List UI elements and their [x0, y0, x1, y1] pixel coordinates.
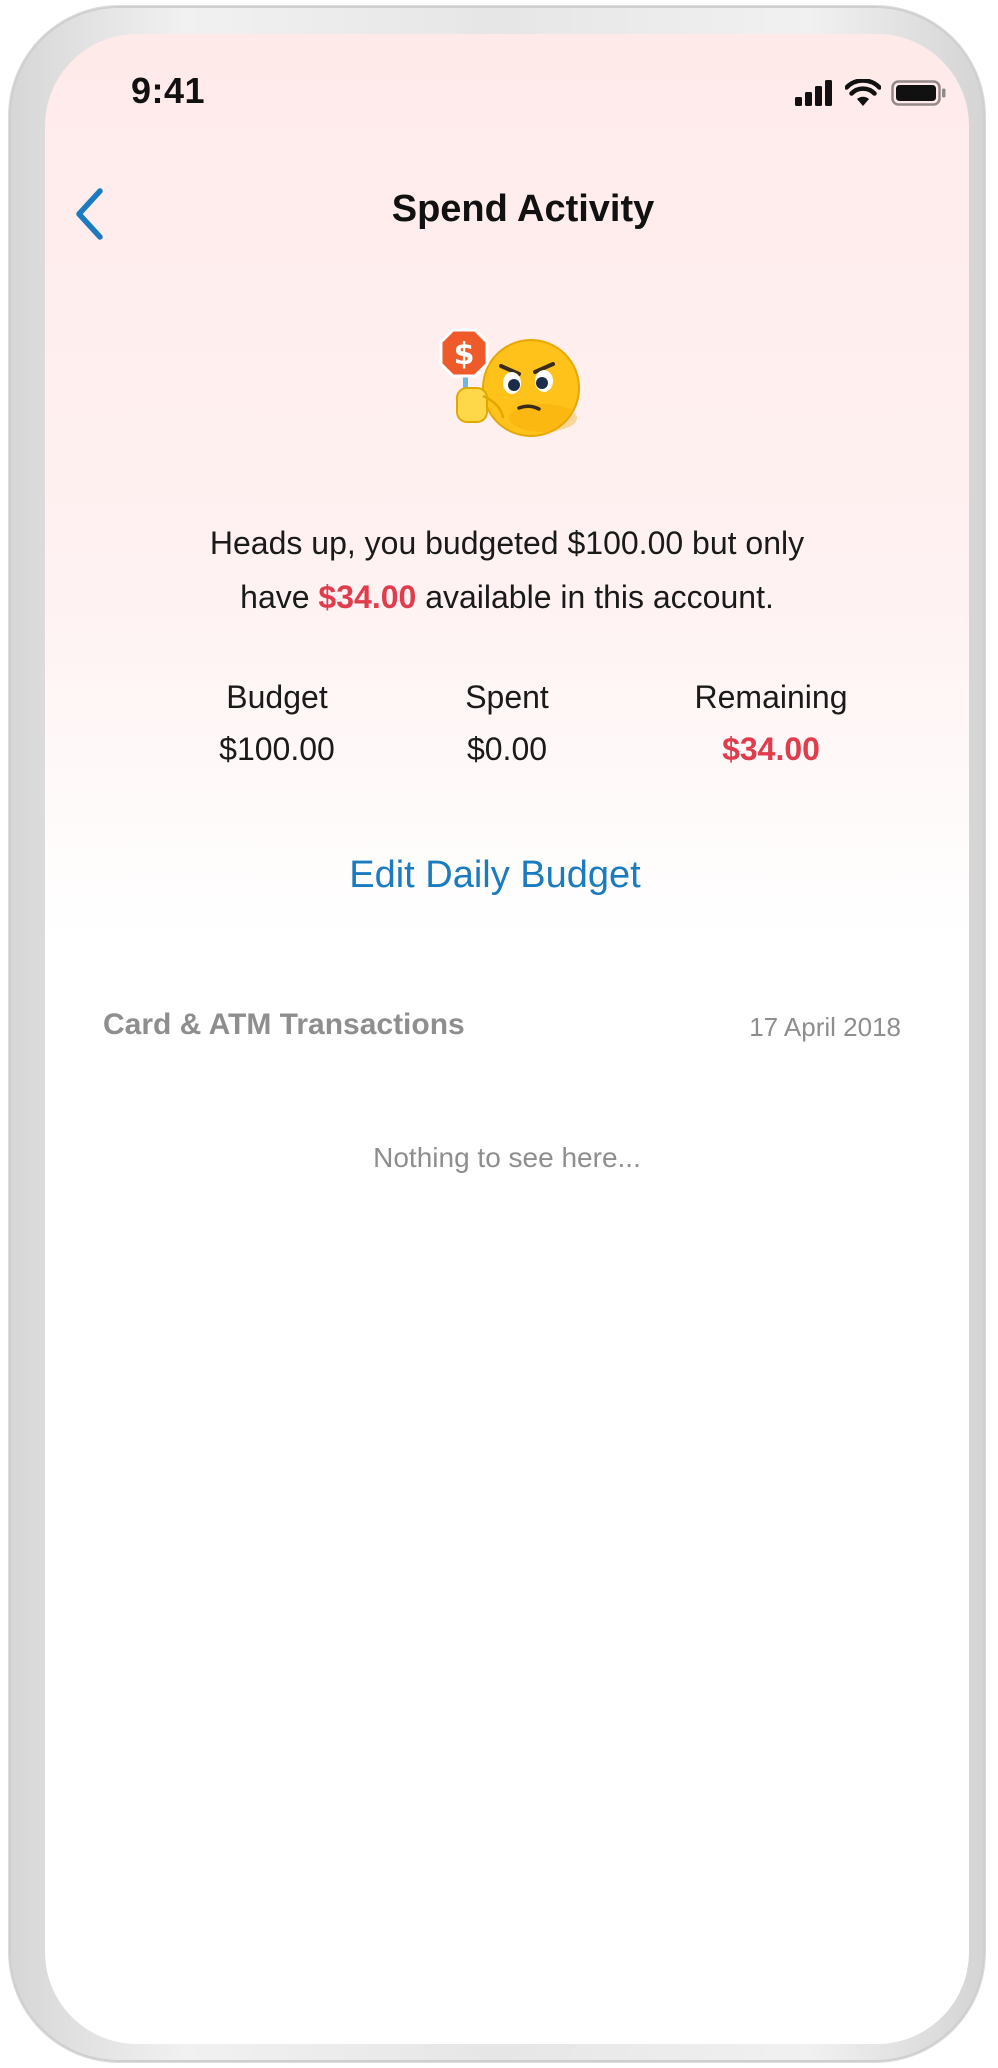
remaining-value: $34.00	[722, 731, 820, 767]
budget-label: Budget	[226, 679, 328, 715]
app-screen: 9:41 Spend Activity $ Heads up, you budg…	[45, 34, 969, 2044]
wifi-icon	[845, 79, 881, 106]
transactions-date: 17 April 2018	[749, 1012, 901, 1042]
spent-stat: Spent $0.00	[377, 672, 637, 776]
phone-frame: 9:41 Spend Activity $ Heads up, you budg…	[9, 6, 985, 2062]
page-title: Spend Activity	[391, 188, 655, 230]
status-time: 9:41	[131, 70, 206, 111]
budget-summary: Budget $100.00 Spent $0.00 Remaining $34…	[45, 672, 969, 792]
alert-after-text: available in this account.	[416, 579, 774, 615]
edit-daily-budget-button[interactable]: Edit Daily Budget	[45, 854, 957, 897]
transactions-section-title: Card & ATM Transactions	[103, 1008, 465, 1041]
status-icons	[795, 78, 947, 108]
battery-icon	[891, 80, 946, 106]
alert-available-amount: $34.00	[318, 579, 417, 615]
budget-value: $100.00	[219, 731, 335, 767]
alert-line-1: Heads up, you budgeted $100.00 but only	[209, 525, 805, 561]
status-bar: 9:41	[45, 34, 969, 144]
alert-have-text: have	[240, 579, 319, 615]
navigation-bar: Spend Activity	[45, 174, 969, 254]
signal-icon	[795, 80, 832, 106]
svg-text:$: $	[454, 337, 475, 372]
alert-line-2: have $34.00 available in this account.	[45, 570, 969, 624]
transactions-section-header: Card & ATM Transactions 17 April 2018	[103, 1000, 901, 1050]
budget-alert-message: Heads up, you budgeted $100.00 but only …	[45, 516, 969, 624]
spent-value: $0.00	[466, 731, 548, 767]
budget-stat: Budget $100.00	[147, 672, 407, 776]
empty-state-message: Nothing to see here...	[373, 1142, 641, 1173]
remaining-label: Remaining	[694, 679, 848, 715]
spent-label: Spent	[465, 679, 549, 715]
remaining-stat: Remaining $34.00	[641, 672, 901, 776]
stop-sign-emoji-icon: $	[439, 326, 589, 456]
